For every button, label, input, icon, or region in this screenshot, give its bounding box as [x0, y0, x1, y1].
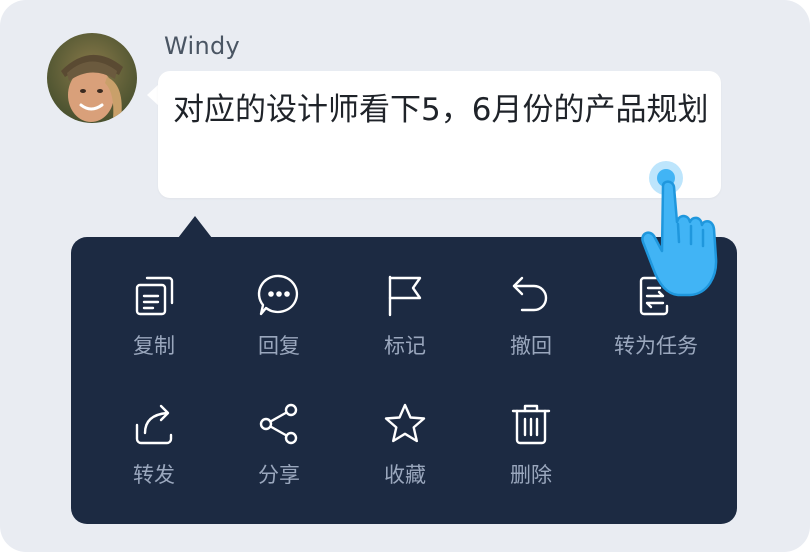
menu-item-recall[interactable]: 撤回 [468, 272, 594, 382]
menu-item-label: 分享 [258, 463, 300, 487]
tap-hand-icon [636, 156, 740, 304]
menu-item-favorite[interactable]: 收藏 [342, 401, 468, 511]
context-menu-pointer [178, 216, 212, 238]
menu-item-label: 转为任务 [614, 334, 698, 358]
message-text: 对应的设计师看下5，6月份的产品规划 [173, 92, 709, 128]
menu-item-label: 删除 [510, 463, 552, 487]
menu-item-copy[interactable]: 复制 [91, 272, 217, 382]
menu-item-label: 标记 [384, 334, 426, 358]
copy-icon [131, 272, 177, 318]
flag-icon [382, 272, 428, 318]
reply-bubble-icon [256, 272, 302, 318]
share-icon [256, 401, 302, 447]
sender-name: Windy [164, 32, 241, 60]
avatar[interactable] [47, 33, 137, 123]
undo-icon [508, 272, 554, 318]
avatar-photo [47, 33, 137, 123]
menu-item-label: 复制 [133, 334, 175, 358]
menu-item-label: 回复 [258, 334, 300, 358]
menu-item-mark[interactable]: 标记 [342, 272, 468, 382]
menu-item-reply[interactable]: 回复 [216, 272, 342, 382]
chat-screen: Windy 对应的设计师看下5，6月份的产品规划 复制 回复 标记 撤回 转为任… [0, 0, 810, 552]
trash-icon [508, 401, 554, 447]
menu-item-label: 收藏 [384, 463, 426, 487]
menu-item-share[interactable]: 分享 [216, 401, 342, 511]
forward-icon [131, 401, 177, 447]
menu-item-label: 转发 [133, 463, 175, 487]
menu-item-delete[interactable]: 删除 [468, 401, 594, 511]
star-icon [382, 401, 428, 447]
menu-item-forward[interactable]: 转发 [91, 401, 217, 511]
menu-item-label: 撤回 [510, 334, 552, 358]
